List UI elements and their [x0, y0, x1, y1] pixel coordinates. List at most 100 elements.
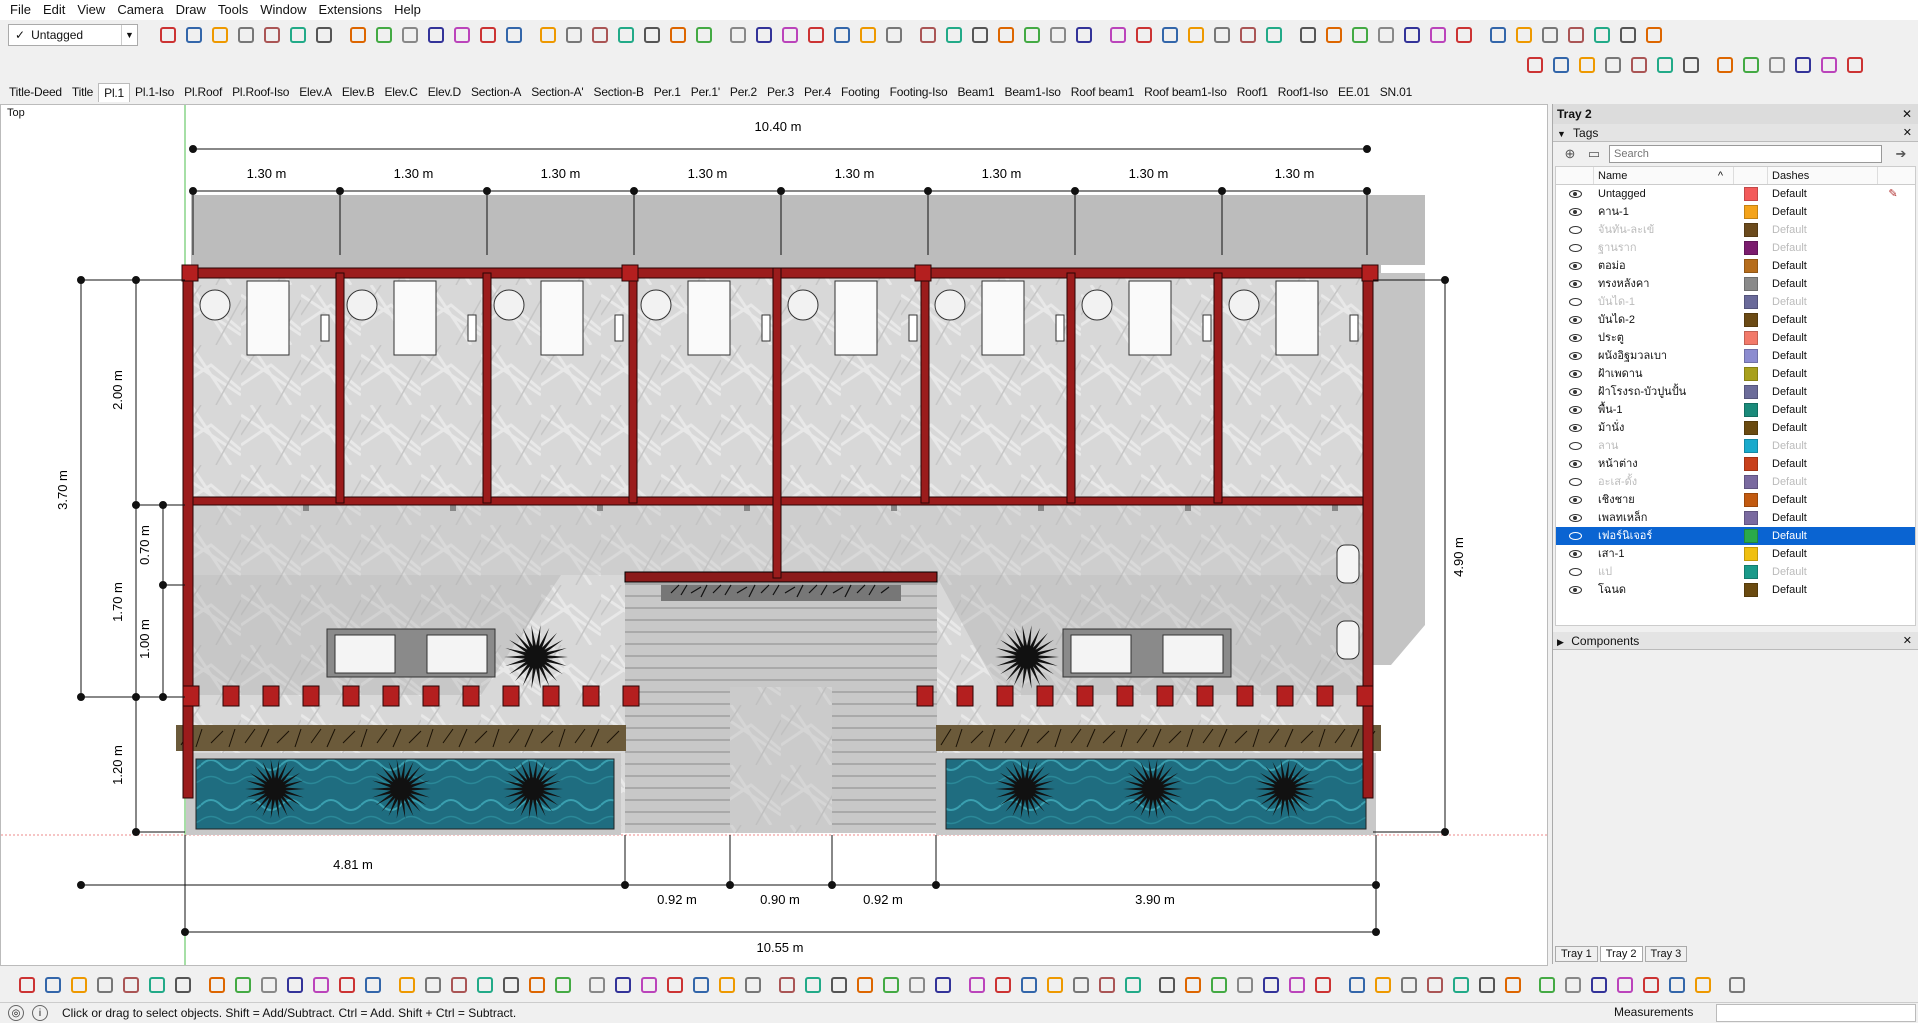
- visibility-eye-icon[interactable]: [1568, 532, 1582, 540]
- tag-row[interactable]: Untagged Default ✎: [1556, 185, 1915, 203]
- secondary-tool-icon[interactable]: [1522, 54, 1548, 76]
- visibility-eye-icon[interactable]: [1568, 352, 1582, 360]
- secondary-tool-icon[interactable]: [1790, 54, 1816, 76]
- tag-color-swatch[interactable]: [1744, 511, 1758, 525]
- scene-tab[interactable]: Title-Deed: [4, 83, 67, 102]
- tag-color-swatch[interactable]: [1744, 547, 1758, 561]
- bottom-tool-icon[interactable]: [1422, 974, 1448, 996]
- menu-tools[interactable]: Tools: [212, 0, 254, 20]
- main-tool-icon[interactable]: [233, 24, 259, 46]
- visibility-eye-icon[interactable]: [1568, 262, 1582, 270]
- scene-tab[interactable]: Elev.B: [337, 83, 380, 102]
- main-tool-icon[interactable]: [449, 24, 475, 46]
- tag-color-swatch[interactable]: [1744, 277, 1758, 291]
- measurements-input[interactable]: [1716, 1004, 1916, 1022]
- tag-color-swatch[interactable]: [1744, 403, 1758, 417]
- main-tool-icon[interactable]: [829, 24, 855, 46]
- tag-row[interactable]: บันได-2 Default: [1556, 311, 1915, 329]
- tag-color-swatch[interactable]: [1744, 295, 1758, 309]
- main-tool-icon[interactable]: [1183, 24, 1209, 46]
- scene-tab[interactable]: Pl.1-Iso: [130, 83, 179, 102]
- bottom-tool-icon[interactable]: [636, 974, 662, 996]
- tag-name[interactable]: ประตู: [1594, 329, 1734, 347]
- visibility-eye-icon[interactable]: [1568, 334, 1582, 342]
- bottom-tool-icon[interactable]: [584, 974, 610, 996]
- bottom-tool-icon[interactable]: [714, 974, 740, 996]
- visibility-eye-icon[interactable]: [1568, 190, 1582, 198]
- main-tool-icon[interactable]: [881, 24, 907, 46]
- tag-name[interactable]: ฝ้าโรงรถ-บัวปูนปั้น: [1594, 383, 1734, 401]
- scene-tab[interactable]: Section-A: [466, 83, 526, 102]
- bottom-tool-icon[interactable]: [1534, 974, 1560, 996]
- visibility-eye-icon[interactable]: [1568, 406, 1582, 414]
- visibility-eye-icon[interactable]: [1568, 388, 1582, 396]
- bottom-tool-icon[interactable]: [420, 974, 446, 996]
- bottom-tool-icon[interactable]: [204, 974, 230, 996]
- tag-name[interactable]: บันได-2: [1594, 311, 1734, 329]
- tag-dashes[interactable]: Default: [1768, 239, 1878, 257]
- tags-panel-header[interactable]: ▼ Tags ✕: [1553, 124, 1918, 142]
- tag-row[interactable]: จันทัน-ละเข้ Default: [1556, 221, 1915, 239]
- bottom-tool-icon[interactable]: [550, 974, 576, 996]
- bottom-tool-icon[interactable]: [930, 974, 956, 996]
- tag-dashes[interactable]: Default: [1768, 509, 1878, 527]
- main-tool-icon[interactable]: [1511, 24, 1537, 46]
- bottom-tool-icon[interactable]: [472, 974, 498, 996]
- secondary-tool-icon[interactable]: [1548, 54, 1574, 76]
- bottom-tool-icon[interactable]: [92, 974, 118, 996]
- column-name[interactable]: Name ^: [1594, 167, 1734, 184]
- tray-tab[interactable]: Tray 3: [1644, 946, 1688, 962]
- bottom-tool-icon[interactable]: [1396, 974, 1422, 996]
- scene-tab[interactable]: Pl.1: [98, 83, 131, 102]
- bottom-tool-icon[interactable]: [774, 974, 800, 996]
- bottom-tool-icon[interactable]: [524, 974, 550, 996]
- drawing-viewport[interactable]: Top 10.40 m 1.30 m 1.30 m 1.30 m 1.30 m …: [0, 104, 1548, 966]
- main-tool-icon[interactable]: [855, 24, 881, 46]
- tag-color-swatch[interactable]: [1744, 349, 1758, 363]
- main-tool-icon[interactable]: [1235, 24, 1261, 46]
- menu-window[interactable]: Window: [254, 0, 312, 20]
- components-panel-header[interactable]: ▶ Components ✕: [1553, 632, 1918, 650]
- add-folder-icon[interactable]: ▭: [1585, 145, 1603, 163]
- main-tool-icon[interactable]: [613, 24, 639, 46]
- scene-tab[interactable]: Elev.D: [423, 83, 466, 102]
- main-tool-icon[interactable]: [535, 24, 561, 46]
- tag-search-input[interactable]: [1609, 145, 1882, 163]
- bottom-tool-icon[interactable]: [688, 974, 714, 996]
- main-tool-icon[interactable]: [1295, 24, 1321, 46]
- main-tool-icon[interactable]: [259, 24, 285, 46]
- tag-color-swatch[interactable]: [1744, 529, 1758, 543]
- visibility-eye-icon[interactable]: [1568, 478, 1582, 486]
- bottom-tool-icon[interactable]: [1180, 974, 1206, 996]
- main-tool-icon[interactable]: [1589, 24, 1615, 46]
- main-tool-icon[interactable]: [1131, 24, 1157, 46]
- secondary-tool-icon[interactable]: [1678, 54, 1704, 76]
- bottom-tool-icon[interactable]: [1284, 974, 1310, 996]
- visibility-eye-icon[interactable]: [1568, 280, 1582, 288]
- visibility-eye-icon[interactable]: [1568, 424, 1582, 432]
- visibility-eye-icon[interactable]: [1568, 442, 1582, 450]
- main-tool-icon[interactable]: [691, 24, 717, 46]
- visibility-eye-icon[interactable]: [1568, 370, 1582, 378]
- secondary-tool-icon[interactable]: [1738, 54, 1764, 76]
- close-icon[interactable]: ✕: [1902, 104, 1912, 124]
- menu-view[interactable]: View: [71, 0, 111, 20]
- main-tool-icon[interactable]: [155, 24, 181, 46]
- tag-name[interactable]: เชิงชาย: [1594, 491, 1734, 509]
- bottom-tool-icon[interactable]: [446, 974, 472, 996]
- visibility-eye-icon[interactable]: [1568, 550, 1582, 558]
- tag-dashes[interactable]: Default: [1768, 311, 1878, 329]
- secondary-tool-icon[interactable]: [1842, 54, 1868, 76]
- tag-row[interactable]: เฟอร์นิเจอร์ Default: [1556, 527, 1915, 545]
- bottom-tool-icon[interactable]: [170, 974, 196, 996]
- bottom-tool-icon[interactable]: [1016, 974, 1042, 996]
- tag-dashes[interactable]: Default: [1768, 203, 1878, 221]
- bottom-tool-icon[interactable]: [1206, 974, 1232, 996]
- scene-tab[interactable]: Per.2: [725, 83, 762, 102]
- bottom-tool-icon[interactable]: [282, 974, 308, 996]
- scene-tab[interactable]: Elev.A: [294, 83, 337, 102]
- tag-row[interactable]: บันได-1 Default: [1556, 293, 1915, 311]
- bottom-tool-icon[interactable]: [1042, 974, 1068, 996]
- scene-tab[interactable]: Section-B: [589, 83, 649, 102]
- bottom-tool-icon[interactable]: [826, 974, 852, 996]
